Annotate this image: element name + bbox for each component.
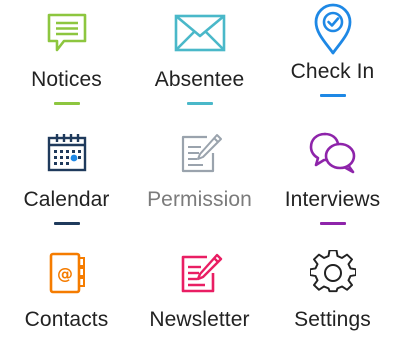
tile-label: Interviews	[284, 188, 381, 211]
gear-icon	[306, 250, 360, 296]
tile-label: Notices	[31, 68, 102, 91]
form-edit-icon	[173, 130, 227, 176]
calendar-icon	[40, 130, 94, 176]
tile-calendar[interactable]: Calendar	[0, 120, 133, 240]
chat-bubbles-icon	[306, 130, 360, 176]
envelope-icon	[173, 10, 227, 56]
tile-label: Absentee	[154, 68, 245, 91]
address-book-icon: @	[40, 250, 94, 296]
tile-label: Newsletter	[149, 308, 250, 331]
tile-newsletter[interactable]: Newsletter	[133, 240, 266, 356]
svg-text:@: @	[57, 264, 73, 283]
tile-notices[interactable]: Notices	[0, 0, 133, 120]
tile-underline	[319, 222, 346, 225]
tile-underline	[186, 102, 213, 105]
location-pin-icon	[306, 2, 360, 56]
tile-permission[interactable]: Permission	[133, 120, 266, 240]
tile-check-in[interactable]: Check In	[266, 0, 399, 120]
tile-label: Contacts	[24, 308, 109, 331]
app-tile-grid: Notices Absentee Check In Calendar Permi…	[0, 0, 399, 356]
tile-contacts[interactable]: @ Contacts	[0, 240, 133, 356]
tile-underline	[53, 102, 80, 105]
tile-underline	[53, 222, 80, 225]
notice-icon	[40, 10, 94, 56]
tile-absentee[interactable]: Absentee	[133, 0, 266, 120]
tile-underline	[319, 94, 346, 97]
tile-label: Settings	[294, 308, 371, 331]
tile-settings[interactable]: Settings	[266, 240, 399, 356]
tile-label: Check In	[290, 60, 375, 83]
tile-label: Permission	[147, 188, 252, 211]
newsletter-edit-icon	[173, 250, 227, 296]
tile-interviews[interactable]: Interviews	[266, 120, 399, 240]
tile-label: Calendar	[23, 188, 110, 211]
